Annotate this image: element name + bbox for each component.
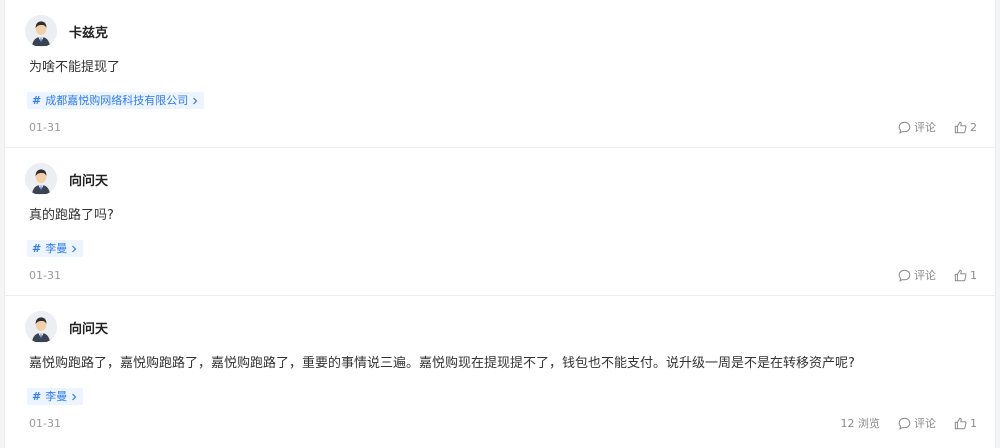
chevron-right-icon [193,97,198,104]
comment-bubble-icon [898,269,911,282]
thumbs-up-icon [954,269,967,281]
topic-tag-label: 李曼 [45,242,68,255]
post-footer: 01-31 评论 1 [29,265,977,285]
user-avatar-icon[interactable] [25,15,57,47]
post-card: 向问天 真的跑路了吗? # 李曼 01-31 评论 1 [5,148,995,296]
hash-icon: # [32,242,42,255]
comment-feed: 卡兹克 为啥不能提现了 # 成都嘉悦购网络科技有限公司 01-31 评论 2 向… [4,0,996,448]
post-author[interactable]: 向问天 [25,162,108,196]
comment-bubble-icon [898,417,911,430]
post-actions: 12 浏览 评论 1 [841,415,978,431]
author-name[interactable]: 卡兹克 [69,22,108,41]
post-author[interactable]: 向问天 [25,310,108,344]
comment-button[interactable]: 评论 [898,415,936,431]
like-button[interactable]: 2 [954,121,977,134]
user-avatar-icon[interactable] [25,311,57,343]
comment-button[interactable]: 评论 [898,267,936,283]
topic-tag-label: 李曼 [45,390,68,403]
post-content: 为啥不能提现了 [29,60,121,75]
author-name[interactable]: 向问天 [69,170,108,189]
comment-button[interactable]: 评论 [898,119,936,135]
hash-icon: # [32,94,42,107]
post-date: 01-31 [29,268,61,282]
thumbs-up-icon [954,417,967,429]
author-name[interactable]: 向问天 [69,318,108,337]
view-count: 12 浏览 [840,417,881,430]
chevron-right-icon [72,245,77,252]
topic-tag[interactable]: # 成都嘉悦购网络科技有限公司 [27,92,205,109]
like-count: 1 [970,268,977,282]
like-count: 2 [970,120,977,134]
post-footer: 01-31 12 浏览 评论 1 [29,413,977,433]
post-footer: 01-31 评论 2 [29,117,977,137]
topic-tag-label: 成都嘉悦购网络科技有限公司 [45,94,189,107]
thumbs-up-icon [954,121,967,133]
comment-label: 评论 [914,417,936,430]
chevron-right-icon [72,393,77,400]
post-actions: 评论 1 [898,267,977,283]
post-content: 嘉悦购跑路了，嘉悦购跑路了，嘉悦购跑路了，重要的事情说三遍。嘉悦购现在提现提不了… [29,356,855,371]
post-content: 真的跑路了吗? [29,208,114,223]
comment-bubble-icon [898,121,911,134]
post-author[interactable]: 卡兹克 [25,14,108,48]
comment-label: 评论 [914,269,936,282]
post-card: 向问天 嘉悦购跑路了，嘉悦购跑路了，嘉悦购跑路了，重要的事情说三遍。嘉悦购现在提… [5,296,995,444]
hash-icon: # [32,390,42,403]
like-button[interactable]: 1 [954,269,977,282]
post-card: 卡兹克 为啥不能提现了 # 成都嘉悦购网络科技有限公司 01-31 评论 2 [5,0,995,148]
like-count: 1 [970,416,977,430]
like-button[interactable]: 1 [954,417,977,430]
post-actions: 评论 2 [898,119,977,135]
user-avatar-icon[interactable] [25,163,57,195]
topic-tag[interactable]: # 李曼 [27,388,84,405]
post-date: 01-31 [29,416,61,430]
topic-tag[interactable]: # 李曼 [27,240,84,257]
comment-label: 评论 [914,121,936,134]
post-date: 01-31 [29,120,61,134]
